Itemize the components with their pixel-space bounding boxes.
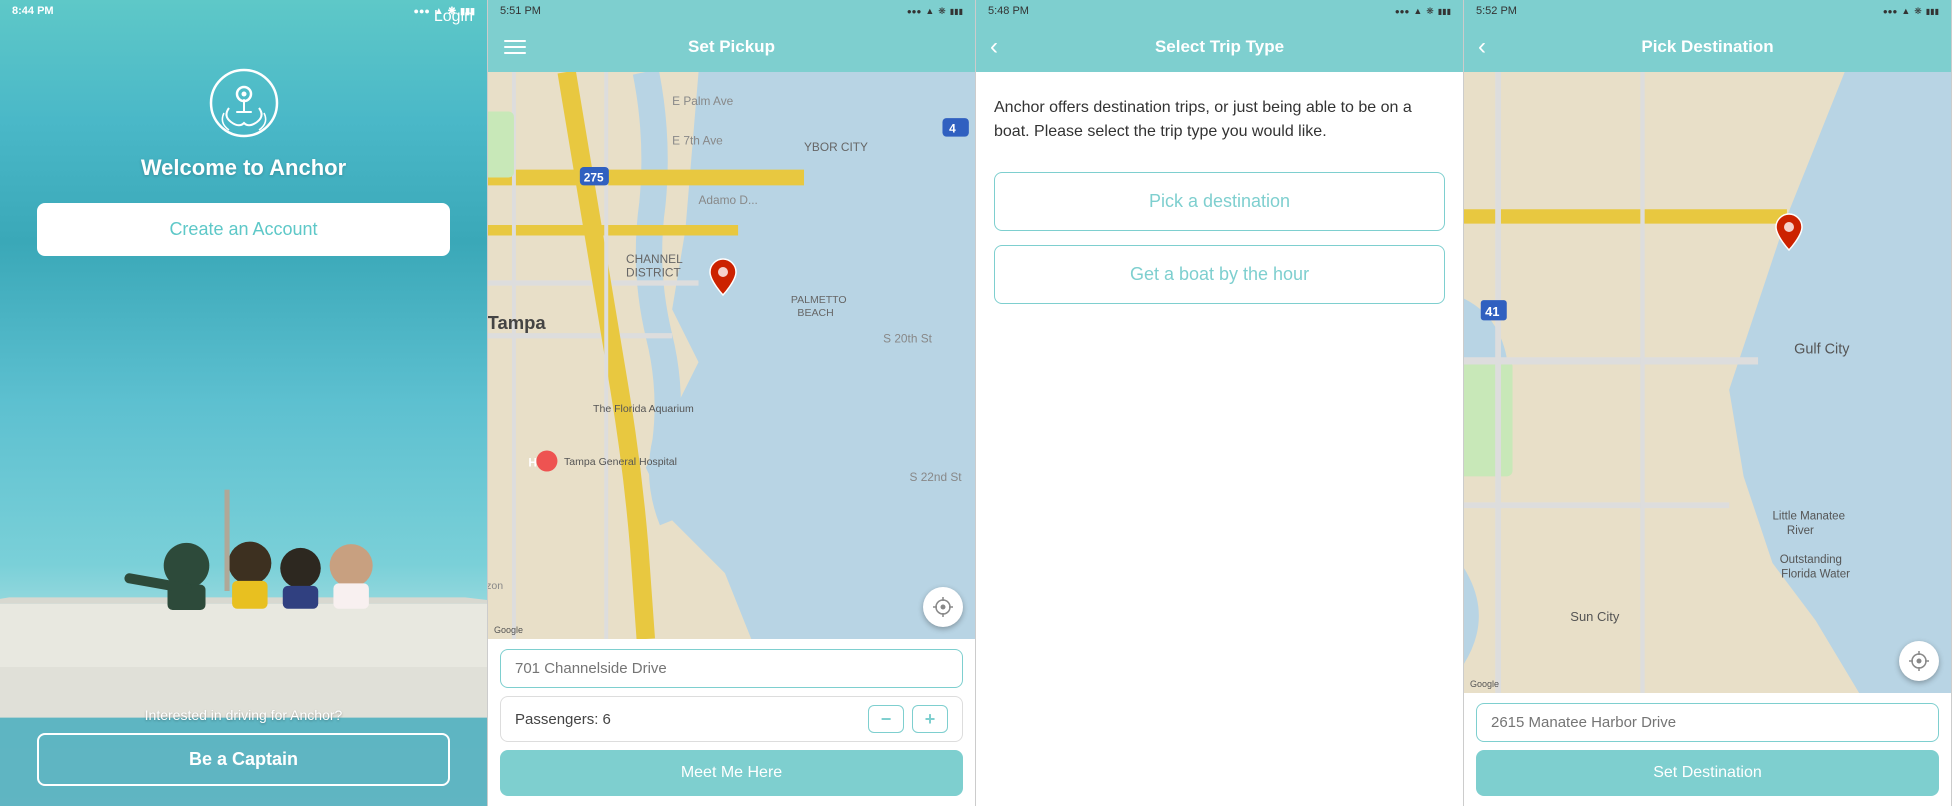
- pickup-header: Set Pickup: [488, 22, 975, 72]
- battery-icon-3: ▮▮▮: [1438, 7, 1451, 16]
- bluetooth-icon-4: ❋: [1914, 6, 1922, 17]
- welcome-screen: 8:44 PM ●●● ▲ ❋ ▮▮▮ Login: [0, 0, 488, 806]
- anchor-logo: [209, 68, 279, 143]
- svg-text:BEACH: BEACH: [797, 307, 833, 319]
- svg-text:Sun City: Sun City: [1570, 609, 1620, 624]
- passengers-row: Passengers: 6 − +: [500, 696, 963, 742]
- trip-description: Anchor offers destination trips, or just…: [994, 96, 1445, 144]
- status-bar-dest: 5:52 PM ●●● ▲ ❋ ▮▮▮: [1464, 0, 1951, 22]
- destination-screen: 5:52 PM ●●● ▲ ❋ ▮▮▮ ‹ Pick Destination: [1464, 0, 1952, 806]
- driver-text: Interested in driving for Anchor?: [145, 707, 343, 723]
- decrease-passengers-button[interactable]: −: [868, 705, 904, 733]
- svg-text:Outstanding: Outstanding: [1780, 554, 1842, 566]
- svg-text:41: 41: [1485, 304, 1499, 319]
- status-time-4: 5:52 PM: [1476, 5, 1517, 17]
- trip-title: Select Trip Type: [1155, 37, 1284, 57]
- increase-passengers-button[interactable]: +: [912, 705, 948, 733]
- svg-text:Luzon: Luzon: [488, 580, 503, 592]
- pickup-pin: [708, 257, 738, 297]
- dest-location-button[interactable]: [1899, 641, 1939, 681]
- svg-text:S 20th St: S 20th St: [883, 331, 932, 345]
- status-icons-2: ●●● ▲ ❋ ▮▮▮: [907, 6, 963, 17]
- bluetooth-icon-3: ❋: [1426, 6, 1434, 17]
- svg-text:CHANNEL: CHANNEL: [626, 252, 683, 266]
- svg-text:River: River: [1787, 525, 1814, 537]
- battery-icon-4: ▮▮▮: [1926, 7, 1939, 16]
- wifi-icon-4: ▲: [1901, 6, 1910, 16]
- dest-bottom-panel: Set Destination: [1464, 693, 1951, 806]
- welcome-title: Welcome to Anchor: [141, 155, 346, 181]
- hamburger-line-1: [504, 40, 526, 42]
- svg-text:Florida Water: Florida Water: [1781, 568, 1850, 580]
- svg-text:PALMETTO: PALMETTO: [791, 294, 847, 306]
- bluetooth-icon-2: ❋: [938, 6, 946, 17]
- status-bar-trip: 5:48 PM ●●● ▲ ❋ ▮▮▮: [976, 0, 1463, 22]
- svg-text:YBOR CITY: YBOR CITY: [804, 140, 868, 154]
- svg-text:Adamo D...: Adamo D...: [699, 193, 758, 207]
- trip-content: Anchor offers destination trips, or just…: [976, 72, 1463, 806]
- hamburger-line-3: [504, 52, 526, 54]
- battery-icon-2: ▮▮▮: [950, 7, 963, 16]
- create-account-button[interactable]: Create an Account: [37, 203, 451, 256]
- status-bar-pickup: 5:51 PM ●●● ▲ ❋ ▮▮▮: [488, 0, 975, 22]
- welcome-bottom: Interested in driving for Anchor? Be a C…: [0, 707, 487, 806]
- svg-text:Tampa: Tampa: [488, 312, 546, 333]
- dest-title: Pick Destination: [1641, 37, 1773, 57]
- svg-text:E Palm Ave: E Palm Ave: [672, 94, 733, 108]
- wifi-icon-3: ▲: [1413, 6, 1422, 16]
- back-button-trip[interactable]: ‹: [990, 33, 998, 61]
- be-captain-button[interactable]: Be a Captain: [37, 733, 451, 786]
- current-location-button[interactable]: [923, 587, 963, 627]
- svg-text:Gulf City: Gulf City: [1794, 342, 1850, 358]
- svg-text:S 22nd St: S 22nd St: [910, 470, 963, 484]
- passengers-label: Passengers: 6: [515, 711, 611, 728]
- svg-text:Tampa General Hospital: Tampa General Hospital: [564, 456, 677, 468]
- status-icons-4: ●●● ▲ ❋ ▮▮▮: [1883, 6, 1939, 17]
- signal-icon-2: ●●●: [907, 7, 922, 16]
- status-time: 8:44 PM: [12, 5, 54, 17]
- svg-text:E 7th Ave: E 7th Ave: [672, 134, 723, 148]
- status-time-3: 5:48 PM: [988, 5, 1029, 17]
- svg-text:DISTRICT: DISTRICT: [626, 265, 681, 279]
- back-button-dest[interactable]: ‹: [1478, 33, 1486, 61]
- hamburger-line-2: [504, 46, 526, 48]
- svg-text:4: 4: [949, 122, 956, 136]
- get-boat-by-hour-button[interactable]: Get a boat by the hour: [994, 245, 1445, 304]
- destination-address-input[interactable]: [1476, 703, 1939, 742]
- login-button[interactable]: Login: [434, 8, 473, 25]
- dest-header: ‹ Pick Destination: [1464, 22, 1951, 72]
- pick-destination-button[interactable]: Pick a destination: [994, 172, 1445, 231]
- hamburger-menu[interactable]: [504, 40, 526, 54]
- signal-icon: ●●●: [414, 6, 430, 16]
- meet-me-here-button[interactable]: Meet Me Here: [500, 750, 963, 796]
- trip-header: ‹ Select Trip Type: [976, 22, 1463, 72]
- wifi-icon-2: ▲: [925, 6, 934, 16]
- set-destination-button[interactable]: Set Destination: [1476, 750, 1939, 796]
- svg-text:Little Manatee: Little Manatee: [1772, 511, 1845, 523]
- destination-pin: [1774, 212, 1804, 252]
- svg-text:The Florida Aquarium: The Florida Aquarium: [593, 403, 694, 415]
- passenger-controls: − +: [868, 705, 948, 733]
- pickup-map[interactable]: Water Works Park Tampa CHANNEL DISTRICT …: [488, 72, 975, 639]
- pickup-title: Set Pickup: [688, 37, 775, 57]
- svg-text:H: H: [528, 455, 537, 469]
- svg-text:275: 275: [584, 170, 604, 184]
- status-time-2: 5:51 PM: [500, 5, 541, 17]
- trip-type-screen: 5:48 PM ●●● ▲ ❋ ▮▮▮ ‹ Select Trip Type A…: [976, 0, 1464, 806]
- pickup-screen: 5:51 PM ●●● ▲ ❋ ▮▮▮ Set Pickup: [488, 0, 976, 806]
- pickup-bottom-panel: Passengers: 6 − + Meet Me Here: [488, 639, 975, 806]
- status-icons-3: ●●● ▲ ❋ ▮▮▮: [1395, 6, 1451, 17]
- signal-icon-4: ●●●: [1883, 7, 1898, 16]
- signal-icon-3: ●●●: [1395, 7, 1410, 16]
- status-bar-welcome: 8:44 PM ●●● ▲ ❋ ▮▮▮: [0, 0, 487, 22]
- google-logo-dest: Google: [1470, 679, 1499, 689]
- destination-map[interactable]: Cockroach Bay Aquatic Preserve Gulf City…: [1464, 72, 1951, 693]
- pickup-address-input[interactable]: [500, 649, 963, 688]
- google-logo: Google: [494, 625, 523, 635]
